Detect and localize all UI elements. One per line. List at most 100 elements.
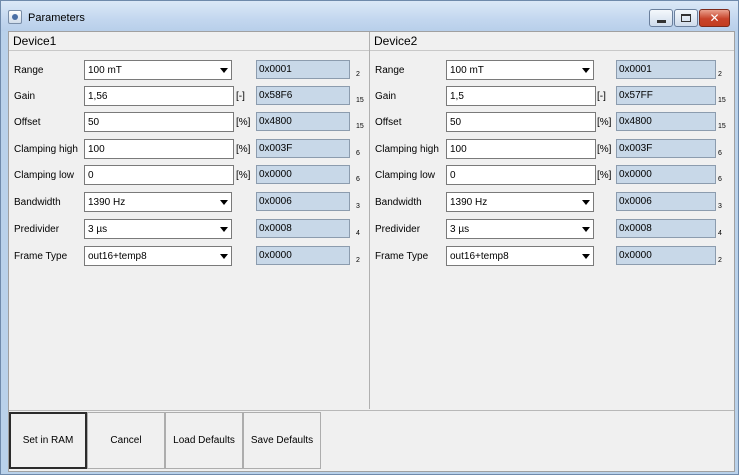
range-label: Range bbox=[14, 65, 44, 76]
clamping-high-input[interactable]: 100 bbox=[446, 139, 596, 159]
clamping-high-bit-count: 6 bbox=[718, 150, 722, 157]
bandwidth-dropdown[interactable]: 1390 Hz bbox=[446, 192, 594, 212]
close-icon: ✕ bbox=[709, 11, 720, 25]
close-button[interactable]: ✕ bbox=[699, 9, 730, 27]
clamping-low-unit: [%] bbox=[236, 170, 251, 181]
minimize-button[interactable] bbox=[649, 9, 673, 27]
hex-text: 0x003F bbox=[259, 143, 293, 154]
row-predivider: Predivider 3 µs 0x0008 4 bbox=[9, 219, 369, 239]
predivider-hex-value: 0x0008 bbox=[616, 219, 716, 238]
bandwidth-label: Bandwidth bbox=[14, 197, 61, 208]
gain-input[interactable]: 1,5 bbox=[446, 86, 596, 106]
range-bit-count: 2 bbox=[356, 71, 360, 78]
hex-text: 0x4800 bbox=[259, 116, 292, 127]
row-clamping-high: Clamping high 100 [%] 0x003F 6 bbox=[9, 139, 369, 159]
hex-text: 0x003F bbox=[619, 143, 653, 154]
row-range: Range 100 mT 0x0001 2 bbox=[370, 60, 734, 80]
range-value: 100 mT bbox=[450, 65, 484, 76]
device1-panel: Device1 Range 100 mT 0x0001 2 Gain 1,56 [-] 0x5… bbox=[9, 32, 370, 409]
clamping-low-bit-count: 6 bbox=[718, 176, 722, 183]
row-bandwidth: Bandwidth 1390 Hz 0x0006 3 bbox=[370, 192, 734, 212]
app-icon bbox=[8, 10, 22, 24]
save-defaults-button[interactable]: Save Defaults bbox=[243, 412, 321, 469]
gain-hex-value: 0x58F6 bbox=[256, 86, 350, 105]
gain-value: 1,56 bbox=[88, 91, 108, 102]
range-hex-value: 0x0001 bbox=[616, 60, 716, 79]
device2-panel: Device2 Range 100 mT 0x0001 2 Gain 1,5 [-] 0x57… bbox=[370, 32, 734, 409]
frame-type-label: Frame Type bbox=[375, 251, 429, 262]
hex-text: 0x0000 bbox=[619, 250, 652, 261]
bandwidth-hex-value: 0x0006 bbox=[256, 192, 350, 211]
dropdown-button[interactable] bbox=[216, 220, 231, 238]
dropdown-button[interactable] bbox=[216, 247, 231, 265]
predivider-dropdown[interactable]: 3 µs bbox=[84, 219, 232, 239]
gain-bit-count: 15 bbox=[356, 97, 364, 104]
dropdown-button[interactable] bbox=[578, 61, 593, 79]
frame-type-hex-value: 0x0000 bbox=[616, 246, 716, 265]
clamping-high-input[interactable]: 100 bbox=[84, 139, 234, 159]
predivider-dropdown[interactable]: 3 µs bbox=[446, 219, 594, 239]
row-clamping-low: Clamping low 0 [%] 0x0000 6 bbox=[370, 165, 734, 185]
device1-title: Device1 bbox=[13, 34, 57, 48]
frame-type-hex-value: 0x0000 bbox=[256, 246, 350, 265]
gain-value: 1,5 bbox=[450, 91, 464, 102]
clamping-low-input[interactable]: 0 bbox=[446, 165, 596, 185]
predivider-bit-count: 4 bbox=[356, 230, 360, 237]
hex-text: 0x4800 bbox=[619, 116, 652, 127]
clamping-high-hex-value: 0x003F bbox=[616, 139, 716, 158]
offset-unit: [%] bbox=[236, 117, 251, 128]
gain-bit-count: 15 bbox=[718, 97, 726, 104]
minimize-icon bbox=[656, 19, 666, 23]
clamping-high-bit-count: 6 bbox=[356, 150, 360, 157]
dropdown-button[interactable] bbox=[216, 193, 231, 211]
offset-input[interactable]: 50 bbox=[446, 112, 596, 132]
clamping-high-hex-value: 0x003F bbox=[256, 139, 350, 158]
hex-text: 0x0001 bbox=[619, 64, 652, 75]
frame-type-value: out16+temp8 bbox=[88, 251, 147, 262]
frame-type-label: Frame Type bbox=[14, 251, 68, 262]
clamping-low-label: Clamping low bbox=[375, 170, 436, 181]
clamping-low-input[interactable]: 0 bbox=[84, 165, 234, 185]
row-range: Range 100 mT 0x0001 2 bbox=[9, 60, 369, 80]
clamping-low-value: 0 bbox=[450, 170, 456, 181]
row-offset: Offset 50 [%] 0x4800 15 bbox=[370, 112, 734, 132]
predivider-label: Predivider bbox=[14, 224, 60, 235]
range-value: 100 mT bbox=[88, 65, 122, 76]
hex-text: 0x0008 bbox=[619, 223, 652, 234]
chevron-down-icon bbox=[219, 199, 228, 205]
frame-type-dropdown[interactable]: out16+temp8 bbox=[84, 246, 232, 266]
chevron-down-icon bbox=[581, 67, 590, 73]
gain-label: Gain bbox=[375, 91, 397, 102]
window-title: Parameters bbox=[28, 12, 85, 24]
hex-text: 0x57FF bbox=[619, 90, 653, 101]
cancel-button[interactable]: Cancel bbox=[87, 412, 165, 469]
dropdown-button[interactable] bbox=[578, 247, 593, 265]
bandwidth-label: Bandwidth bbox=[375, 197, 422, 208]
range-dropdown[interactable]: 100 mT bbox=[446, 60, 594, 80]
maximize-button[interactable] bbox=[674, 9, 698, 27]
offset-bit-count: 15 bbox=[356, 123, 364, 130]
hex-text: 0x0000 bbox=[259, 169, 292, 180]
gain-unit: [-] bbox=[597, 91, 606, 102]
load-defaults-button[interactable]: Load Defaults bbox=[165, 412, 243, 469]
gain-hex-value: 0x57FF bbox=[616, 86, 716, 105]
dropdown-button[interactable] bbox=[578, 220, 593, 238]
offset-bit-count: 15 bbox=[718, 123, 726, 130]
range-dropdown[interactable]: 100 mT bbox=[84, 60, 232, 80]
row-frame-type: Frame Type out16+temp8 0x0000 2 bbox=[9, 246, 369, 266]
gain-input[interactable]: 1,56 bbox=[84, 86, 234, 106]
frame-type-dropdown[interactable]: out16+temp8 bbox=[446, 246, 594, 266]
offset-input[interactable]: 50 bbox=[84, 112, 234, 132]
clamping-high-label: Clamping high bbox=[375, 144, 439, 155]
bandwidth-dropdown[interactable]: 1390 Hz bbox=[84, 192, 232, 212]
bandwidth-value: 1390 Hz bbox=[450, 197, 488, 208]
clamping-low-label: Clamping low bbox=[14, 170, 75, 181]
clamping-high-unit: [%] bbox=[597, 144, 612, 155]
bandwidth-value: 1390 Hz bbox=[88, 197, 126, 208]
dropdown-button[interactable] bbox=[578, 193, 593, 211]
dropdown-button[interactable] bbox=[216, 61, 231, 79]
row-clamping-low: Clamping low 0 [%] 0x0000 6 bbox=[9, 165, 369, 185]
set-in-ram-button[interactable]: Set in RAM bbox=[9, 412, 87, 469]
title-bar[interactable]: Parameters ✕ bbox=[1, 1, 738, 31]
clamping-low-bit-count: 6 bbox=[356, 176, 360, 183]
